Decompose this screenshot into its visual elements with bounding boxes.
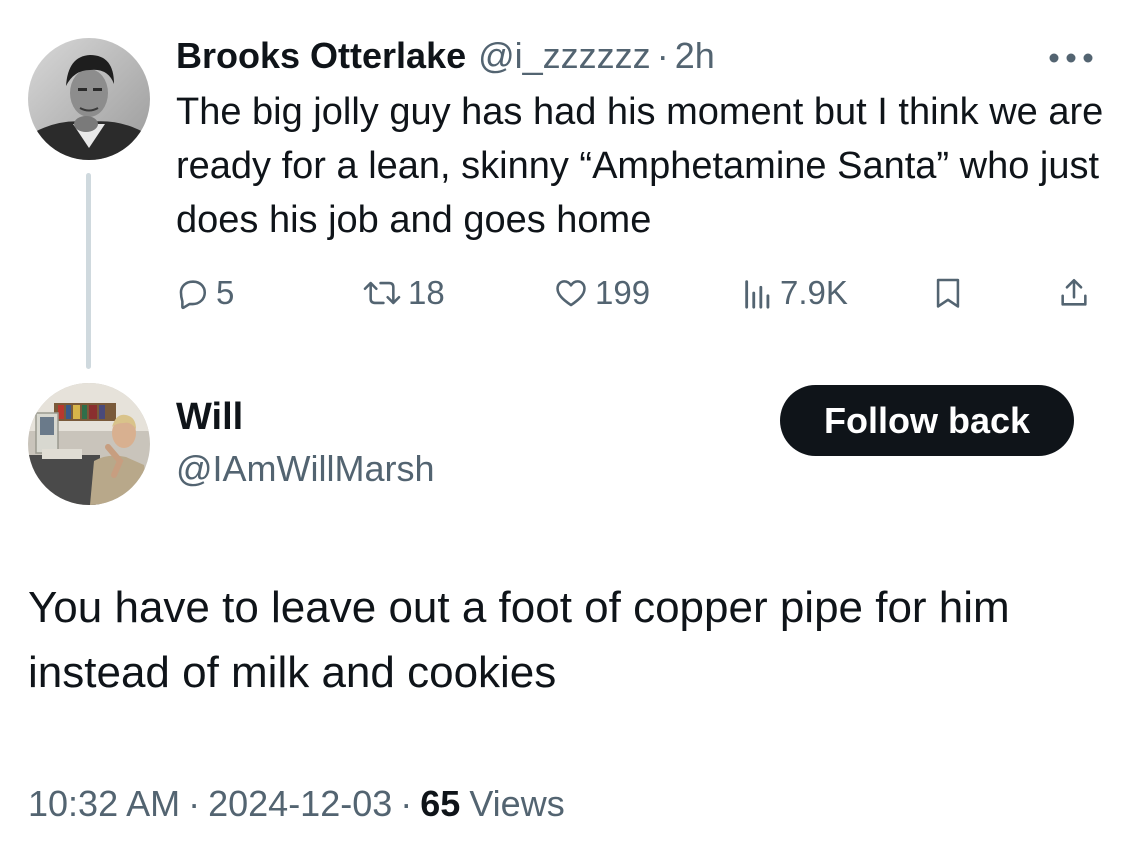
views-icon [745,280,770,309]
bookmark-button[interactable] [931,270,965,316]
meta-separator: · [400,783,413,824]
reply-avatar-photo [28,383,150,505]
parent-tweet-header: Brooks Otterlake @i_zzzzzz · 2h [176,34,715,78]
like-count: 199 [595,274,651,311]
tweet-meta: 10:32 AM · 2024-12-03 · 65 Views [28,783,565,825]
parent-author-name[interactable]: Brooks Otterlake [176,35,466,77]
like-icon [556,280,586,307]
timestamp-date[interactable]: 2024-12-03 [208,783,392,825]
repost-count: 18 [408,274,445,311]
reply-count: 5 [216,274,235,311]
more-icon [1049,53,1093,63]
header-separator: · [656,35,669,76]
parent-author-handle[interactable]: @i_zzzzzz [478,35,651,77]
follow-back-button[interactable]: Follow back [780,385,1074,456]
parent-tweet-time[interactable]: 2h [675,35,715,77]
share-icon [1061,278,1087,306]
reply-tweet-text: You have to leave out a foot of copper p… [28,583,1010,697]
bookmark-icon [936,278,960,308]
reply-author-name[interactable]: Will [176,396,243,439]
reply-author-handle[interactable]: @IAmWillMarsh [176,448,435,490]
repost-icon [363,281,401,305]
timestamp-time[interactable]: 10:32 AM [28,783,180,825]
parent-tweet-text: The big jolly guy has had his moment but… [176,91,1104,241]
reply-icon [179,280,207,310]
views-button[interactable]: 7.9K [742,270,848,316]
parent-author-avatar[interactable] [28,38,150,160]
like-button[interactable]: 199 [553,270,650,316]
thread-connector-line [86,173,91,369]
more-options-button[interactable] [1046,40,1096,76]
reply-button[interactable]: 5 [176,270,234,316]
meta-separator: · [188,783,201,824]
repost-button[interactable]: 18 [362,270,445,316]
share-button[interactable] [1057,270,1091,316]
reply-views-count: 65 [420,783,461,824]
parent-avatar-photo [28,38,150,160]
views-count: 7.9K [780,274,848,311]
reply-author-avatar[interactable] [28,383,150,505]
reply-views-label: Views [469,783,565,824]
